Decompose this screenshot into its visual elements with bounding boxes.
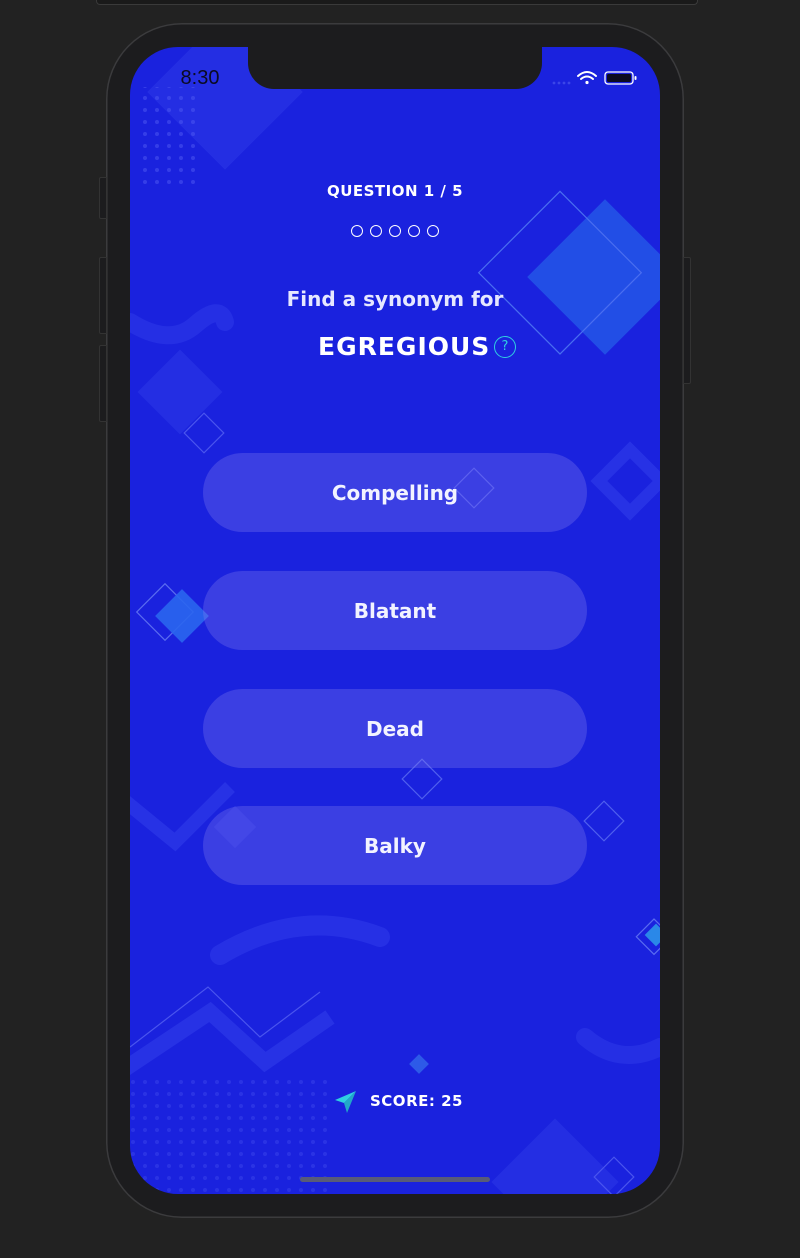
progress-dot (370, 225, 382, 237)
progress-dot (408, 225, 420, 237)
target-word: EGREGIOUS (318, 332, 491, 361)
progress-dot (427, 225, 439, 237)
question-counter: QUESTION 1 / 5 (326, 182, 464, 200)
answer-option-blatant[interactable]: Blatant (203, 571, 587, 650)
phone-silent-switch (99, 177, 107, 219)
window-top-edge (96, 0, 698, 5)
answer-option-compelling[interactable]: Compelling (203, 453, 587, 532)
send-icon (335, 1091, 356, 1113)
help-icon[interactable]: ? (494, 336, 516, 358)
score-label: SCORE: 25 (370, 1092, 463, 1110)
score-display: SCORE: 25 (330, 1087, 470, 1117)
battery-icon (604, 71, 637, 85)
app-screen: 8:30 QUESTION 1 / 5 Find a synonym for E… (130, 47, 660, 1194)
target-word-row: EGREGIOUS (130, 332, 660, 368)
answer-option-dead[interactable]: Dead (203, 689, 587, 768)
phone-volume-down (99, 345, 107, 422)
answer-option-balky[interactable]: Balky (203, 806, 587, 885)
status-icons (552, 71, 637, 85)
progress-dots (130, 222, 660, 240)
question-prompt: Find a synonym for (286, 287, 504, 311)
phone-volume-up (99, 257, 107, 334)
wifi-icon (577, 71, 597, 85)
progress-dot (389, 225, 401, 237)
progress-dot (351, 225, 363, 237)
phone-power-button (683, 257, 691, 384)
home-indicator[interactable] (300, 1177, 490, 1182)
notch (248, 47, 542, 89)
status-time: 8:30 (180, 67, 220, 89)
signal-icon (552, 81, 571, 85)
